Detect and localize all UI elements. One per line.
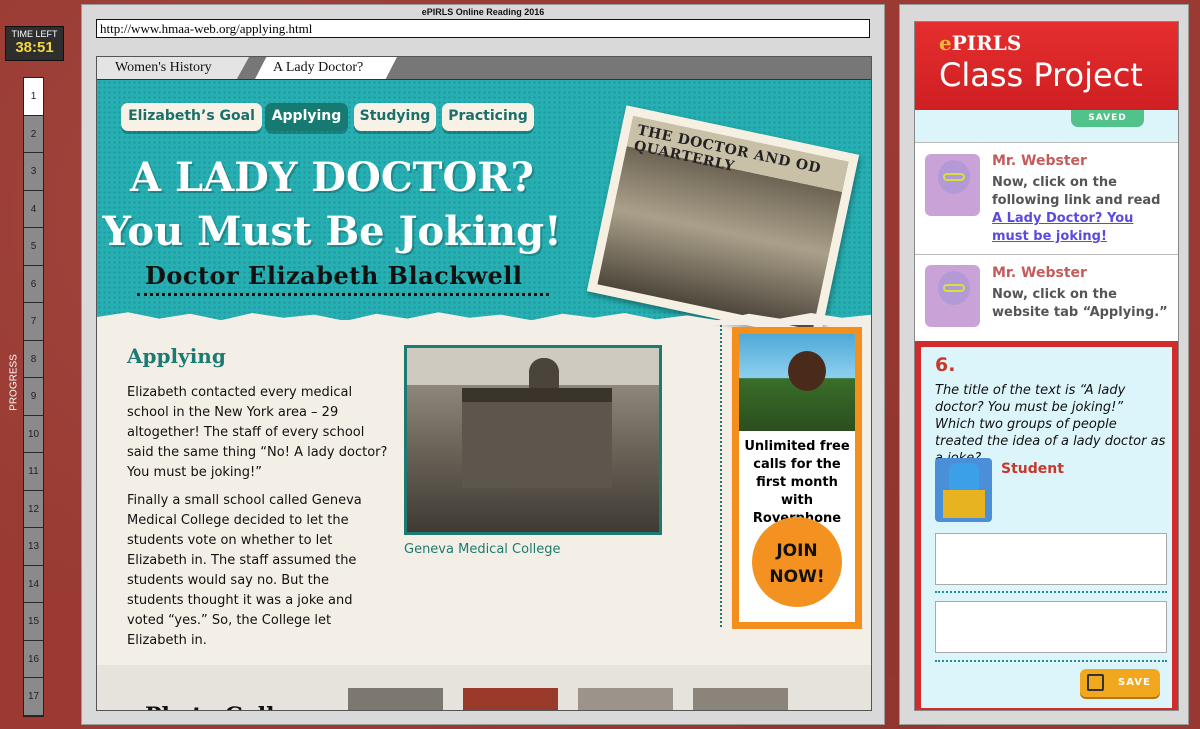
save-button[interactable]: SAVE — [1080, 669, 1160, 697]
photo-gallery: Photo Gall — [97, 665, 871, 710]
nav-practicing[interactable]: Practicing — [442, 103, 534, 131]
progress-step[interactable]: 4 — [24, 190, 43, 228]
nav-studying[interactable]: Studying — [354, 103, 436, 131]
browser-tab-lady-doctor[interactable]: A Lady Doctor? — [255, 57, 397, 79]
geneva-college-photo — [404, 345, 662, 535]
magazine-cover-image: THE DOCTOR AND OD QUARTERLY — [586, 105, 860, 341]
teacher-avatar — [925, 265, 980, 327]
article-heading: Applying — [127, 344, 226, 368]
gallery-thumbnail[interactable] — [578, 688, 673, 710]
gallery-thumbnail[interactable] — [693, 688, 788, 710]
hero-banner: Elizabeth’s Goal Applying Studying Pract… — [97, 80, 871, 341]
progress-step[interactable]: 13 — [24, 528, 43, 566]
photo-caption: Geneva Medical College — [404, 542, 561, 557]
join-now-button[interactable]: JOIN NOW! — [752, 517, 842, 607]
headline-line-2: You Must Be Joking! — [102, 208, 562, 255]
progress-step[interactable]: 6 — [24, 265, 43, 303]
article-paragraph: Finally a small school called Geneva Med… — [127, 493, 362, 648]
progress-step[interactable]: 8 — [24, 340, 43, 378]
save-label: SAVE — [1118, 677, 1151, 688]
article-paragraph: Elizabeth contacted every medical school… — [127, 385, 388, 480]
timer-label: TIME LEFT — [11, 29, 58, 39]
address-bar[interactable]: http://www.hmaa-web.org/applying.html — [96, 19, 870, 38]
nav-elizabeths-goal[interactable]: Elizabeth’s Goal — [121, 103, 262, 131]
epirls-banner: ePIRLS Class Project — [915, 22, 1178, 110]
nav-applying[interactable]: Applying — [265, 103, 348, 131]
gallery-thumbnail[interactable] — [463, 688, 558, 710]
timer-value: 38:51 — [15, 39, 54, 56]
message-text: Now, click on the following link and rea… — [992, 175, 1161, 244]
message-author: Mr. Webster — [992, 265, 1087, 281]
answer-field-1[interactable] — [935, 533, 1167, 585]
message-text: Now, click on the website tab “Applying.… — [992, 287, 1168, 320]
browser-tab-womens-history[interactable]: Women's History — [97, 57, 249, 79]
browser-window: ePIRLS Online Reading 2016 http://www.hm… — [81, 4, 885, 725]
progress-step[interactable]: 7 — [24, 303, 43, 341]
chat-message: Mr. Webster Now, click on the website ta… — [915, 254, 1178, 342]
teacher-avatar — [925, 154, 980, 216]
article-link[interactable]: A Lady Doctor? You must be joking! — [992, 211, 1133, 244]
hero-subtitle: Doctor Elizabeth Blackwell — [145, 261, 523, 290]
progress-step[interactable]: 9 — [24, 378, 43, 416]
dotted-underline — [137, 293, 549, 296]
progress-step[interactable]: 15 — [24, 603, 43, 641]
answer-field-2[interactable] — [935, 601, 1167, 653]
chat-area: SAVED Mr. Webster Now, click on the foll… — [915, 110, 1178, 342]
question-card: 6. The title of the text is “A lady doct… — [915, 341, 1178, 710]
progress-label: PROGRESS — [8, 354, 20, 411]
browser-viewport: Women's History A Lady Doctor? Elizabeth… — [96, 56, 872, 711]
progress-step[interactable]: 17 — [24, 678, 43, 716]
window-title: ePIRLS Online Reading 2016 — [421, 7, 545, 17]
progress-step[interactable]: 11 — [24, 453, 43, 491]
divider — [720, 325, 722, 627]
progress-step[interactable]: 5 — [24, 228, 43, 266]
ad-photo — [739, 334, 855, 431]
progress-step[interactable]: 2 — [24, 115, 43, 153]
saved-badge: SAVED — [1071, 110, 1144, 127]
panel-title: Class Project — [939, 56, 1143, 94]
headline-line-1: A LADY DOCTOR? — [130, 154, 534, 201]
progress-step[interactable]: 1 — [24, 78, 43, 116]
student-avatar — [935, 458, 992, 522]
epirls-logo: ePIRLS — [939, 31, 1022, 55]
roverphone-ad[interactable]: Unlimited free calls for the first month… — [732, 327, 862, 629]
student-name: Student — [1001, 461, 1064, 477]
gallery-thumbnail[interactable] — [348, 688, 443, 710]
message-author: Mr. Webster — [992, 153, 1087, 169]
chat-message: Mr. Webster Now, click on the following … — [915, 142, 1178, 254]
progress-step[interactable]: 10 — [24, 415, 43, 453]
progress-step[interactable]: 14 — [24, 565, 43, 603]
class-project-panel: ePIRLS Class Project SAVED Mr. Webster N… — [899, 4, 1189, 725]
progress-step[interactable]: 16 — [24, 640, 43, 678]
progress-step[interactable]: 3 — [24, 153, 43, 191]
gallery-title: Photo Gall — [145, 703, 274, 710]
browser-tab-bar: Women's History A Lady Doctor? — [97, 57, 871, 80]
divider — [935, 660, 1167, 662]
save-icon — [1087, 674, 1104, 691]
ad-text: Unlimited free calls for the first month… — [744, 439, 850, 526]
progress-step[interactable]: 12 — [24, 490, 43, 528]
divider — [935, 591, 1167, 593]
question-text: The title of the text is “A lady doctor?… — [935, 383, 1166, 466]
timer: TIME LEFT 38:51 — [5, 26, 64, 61]
progress-bar: 1 2 3 4 5 6 7 8 9 10 11 12 13 14 15 16 1… — [23, 77, 44, 717]
question-number: 6. — [935, 354, 956, 376]
